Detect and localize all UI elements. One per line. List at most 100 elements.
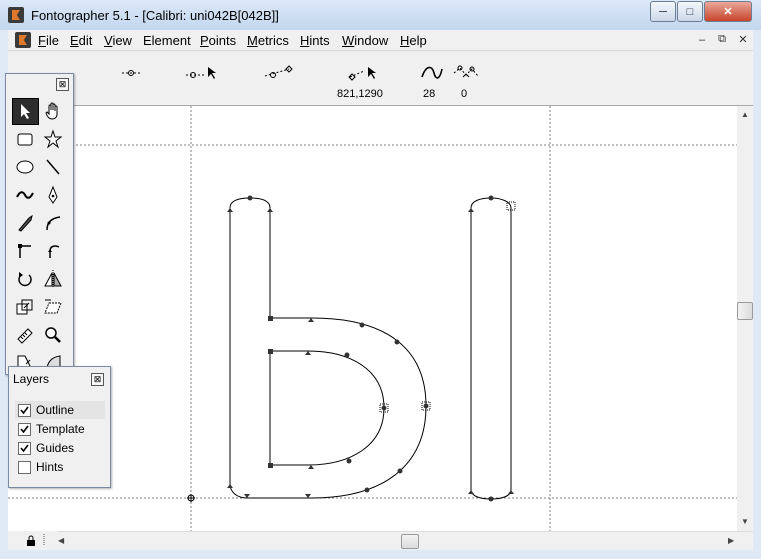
arrow-tool-icon (21, 104, 30, 119)
point-info-toolbar: 0 821,1290 28 0 (8, 51, 753, 106)
scroll-down-icon[interactable]: ▼ (741, 517, 749, 526)
fontographer-app-icon[interactable] (8, 7, 24, 23)
measure-tool[interactable] (12, 322, 39, 349)
horizontal-scroll-thumb[interactable] (401, 534, 419, 549)
ellipse-tool[interactable] (12, 154, 39, 181)
line-tool[interactable] (40, 154, 67, 181)
scale-tool-icon (16, 299, 33, 315)
close-button[interactable]: ✕ (704, 1, 752, 22)
minimize-button[interactable]: ─ (650, 1, 676, 22)
glyph-outline-stem (470, 197, 512, 500)
mdi-close-button[interactable]: ✕ (735, 32, 751, 47)
corner-point-tool[interactable] (12, 238, 39, 265)
title-bar: Fontographer 5.1 - [Calibri: uni042B[042… (0, 0, 761, 30)
layer-row-template[interactable]: Template (15, 420, 105, 438)
menu-view[interactable]: View (104, 33, 132, 48)
curve-point-tool[interactable] (40, 210, 67, 237)
menu-bar: File Edit View Element Points Metrics Hi… (8, 30, 753, 51)
layer-guides-checkbox[interactable] (18, 442, 31, 455)
glyph-outline-counter (269, 350, 385, 466)
point-move-icon (186, 67, 216, 79)
star-tool-icon (43, 129, 63, 149)
layers-panel-title: Layers (13, 372, 50, 386)
hand-tool-icon (45, 102, 58, 120)
pen-tool[interactable] (40, 182, 67, 209)
rotate-tool[interactable] (12, 266, 39, 293)
glyph-outline-outer (229, 197, 427, 499)
tangent-point-tool-icon (48, 245, 60, 258)
vertical-scroll-thumb[interactable] (737, 302, 753, 320)
freehand-tool[interactable] (12, 182, 39, 209)
status-area (8, 531, 58, 549)
tangent-point-tool[interactable] (40, 238, 67, 265)
scroll-left-icon[interactable]: ◀ (58, 536, 64, 545)
glyph-points (247, 195, 494, 502)
scale-tool[interactable] (12, 294, 39, 321)
layer-template-checkbox[interactable] (18, 423, 31, 436)
layers-panel-close-button[interactable]: ⊠ (91, 373, 104, 386)
layer-label: Hints (36, 460, 64, 474)
freehand-tool-icon (16, 191, 34, 199)
reflect-tool-icon (44, 270, 62, 288)
glyph-canvas[interactable] (8, 106, 737, 531)
position-readout: 821,1290 (337, 88, 383, 100)
arrow-tool[interactable] (12, 98, 39, 125)
count-readout: 0 (461, 88, 468, 100)
angle-readout: 28 (423, 88, 436, 100)
menu-window[interactable]: Window (342, 33, 388, 48)
ellipse-tool-icon (16, 160, 34, 174)
layer-label: Outline (36, 403, 75, 417)
menu-file[interactable]: File (38, 33, 59, 48)
star-tool[interactable] (40, 126, 67, 153)
checkmark-icon (20, 444, 29, 453)
layer-outline-checkbox[interactable] (18, 404, 31, 417)
lock-icon[interactable] (26, 535, 36, 546)
checkmark-icon (20, 406, 29, 415)
skew-tool-icon (44, 299, 62, 314)
zoom-tool[interactable] (40, 322, 67, 349)
menu-points[interactable]: Points (200, 33, 236, 48)
document-icon[interactable] (15, 32, 31, 48)
layer-row-guides[interactable]: Guides (15, 439, 105, 457)
line-tool-icon (46, 159, 60, 175)
rectangle-tool[interactable] (12, 126, 39, 153)
rectangle-tool-icon (17, 133, 33, 146)
menu-hints[interactable]: Hints (300, 33, 330, 48)
menu-help[interactable]: Help (400, 33, 427, 48)
layer-row-hints[interactable]: Hints (15, 458, 105, 476)
layer-label: Guides (36, 441, 75, 455)
vertical-scrollbar[interactable]: ▲ ▼ (737, 106, 753, 531)
mdi-minimize-button[interactable]: – (694, 32, 710, 47)
point-position-icon (348, 67, 376, 81)
rotate-tool-icon (18, 272, 32, 287)
mdi-restore-button[interactable]: ⧉ (714, 32, 730, 47)
hand-tool[interactable] (40, 98, 67, 125)
zoom-tool-icon (45, 327, 61, 343)
horizontal-scrollbar[interactable]: ◀ ▶ (8, 531, 753, 550)
tools-palette: ⊠ (5, 73, 74, 375)
point-count-icon (453, 65, 479, 78)
knife-tool[interactable] (12, 210, 39, 237)
skew-tool[interactable] (40, 294, 67, 321)
pen-tool-icon (48, 185, 58, 204)
maximize-button[interactable]: □ (677, 1, 703, 22)
scroll-up-icon[interactable]: ▲ (741, 110, 749, 119)
scroll-right-icon[interactable]: ▶ (728, 536, 734, 545)
layers-panel: Layers ⊠ Outline Template Guides Hints (8, 366, 111, 488)
menu-edit[interactable]: Edit (70, 33, 92, 48)
tools-palette-close-button[interactable]: ⊠ (56, 78, 69, 91)
layer-row-outline[interactable]: Outline (15, 401, 105, 419)
curve-angle-icon (421, 66, 443, 79)
menu-metrics[interactable]: Metrics (247, 33, 289, 48)
layer-hints-checkbox[interactable] (18, 461, 31, 474)
app-window: Fontographer 5.1 - [Calibri: uni042B[042… (0, 0, 761, 559)
layer-label: Template (36, 422, 85, 436)
menu-element[interactable]: Element (143, 33, 191, 48)
dotted-separator-icon (43, 534, 45, 546)
point-corner-icon (122, 70, 140, 76)
checkmark-icon (20, 425, 29, 434)
knife-tool-icon (18, 214, 33, 232)
glyph-drawing[interactable] (8, 106, 737, 531)
reflect-tool[interactable] (40, 266, 67, 293)
corner-point-tool-icon (18, 244, 31, 258)
